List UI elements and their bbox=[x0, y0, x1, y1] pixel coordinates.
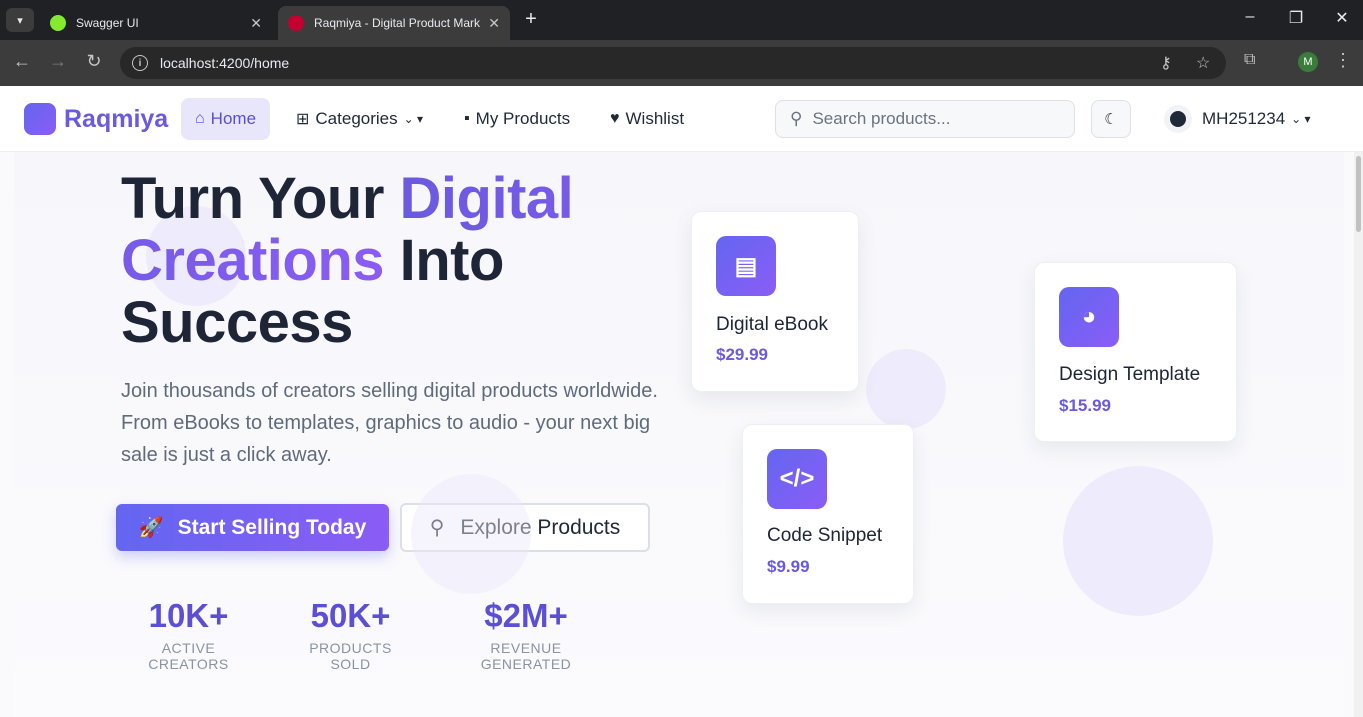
reload-icon[interactable]: ↻ bbox=[82, 51, 106, 72]
search-field[interactable]: ⚲ bbox=[775, 100, 1075, 138]
scrollbar-thumb[interactable] bbox=[1356, 156, 1361, 232]
hero-headline: Turn Your Digital Creations Into Success bbox=[121, 168, 681, 354]
headline-part: Turn Your bbox=[121, 166, 400, 231]
nav-label: My Products bbox=[475, 109, 571, 128]
nav-label: Categories bbox=[315, 109, 398, 128]
password-key-icon[interactable]: ⚷ bbox=[1160, 53, 1172, 73]
hero-subtext: Join thousands of creators selling digit… bbox=[121, 380, 658, 466]
code-icon: </> bbox=[767, 449, 827, 509]
extensions-icon[interactable]: ⧉ bbox=[1244, 51, 1255, 69]
browser-address-bar: ← → ↻ i localhost:4200/home ⚷ ☆ ⧉ bbox=[0, 40, 1363, 86]
window-close-icon[interactable]: ✕ bbox=[1332, 8, 1352, 28]
url-text: localhost:4200/home bbox=[160, 55, 290, 71]
card-price: $15.99 bbox=[1059, 396, 1111, 415]
palette-icon: ◕ bbox=[1059, 287, 1119, 347]
button-label: Start Selling Today bbox=[177, 515, 367, 539]
stat-label: ACTIVE CREATORS bbox=[148, 640, 229, 672]
decorative-circle bbox=[866, 349, 946, 429]
card-name: Code Snippet bbox=[767, 525, 883, 546]
restore-icon[interactable]: ❐ bbox=[1286, 8, 1306, 28]
house-icon: ⌂ bbox=[195, 110, 205, 127]
close-icon[interactable]: ✕ bbox=[488, 15, 500, 32]
brand-logo-icon bbox=[24, 103, 56, 135]
book-icon: ▤ bbox=[716, 236, 776, 296]
nav-my-products[interactable]: ▪ My Products bbox=[450, 98, 584, 140]
close-icon[interactable]: ✕ bbox=[250, 15, 262, 32]
stat-revenue-generated: $2M+ REVENUE GENERATED bbox=[446, 597, 606, 673]
stat-value: $2M+ bbox=[484, 597, 568, 634]
card-price: $29.99 bbox=[716, 345, 768, 364]
grid-icon: ⊞ bbox=[296, 111, 310, 128]
decorative-circle bbox=[1063, 466, 1213, 616]
tab-swagger[interactable]: Swagger UI ✕ bbox=[40, 6, 272, 40]
product-card-design-template: ◕ Design Template $15.99 bbox=[1034, 262, 1237, 442]
search-icon: ⚲ bbox=[790, 109, 803, 128]
tab-search-button[interactable]: ▾ bbox=[6, 8, 34, 32]
user-menu[interactable]: MH251234 ⌄ ▾ bbox=[1164, 100, 1311, 138]
nav-label: Wishlist bbox=[625, 109, 685, 128]
browser-menu-icon[interactable]: ⋮ bbox=[1334, 50, 1352, 71]
site-info-icon[interactable]: i bbox=[132, 55, 148, 71]
nav-categories[interactable]: ⊞ Categories ⌄ ▾ bbox=[282, 98, 437, 140]
back-icon[interactable]: ← bbox=[10, 51, 34, 72]
browser-profile-avatar[interactable]: M bbox=[1298, 52, 1318, 72]
username: MH251234 bbox=[1202, 109, 1286, 128]
card-name: Digital eBook bbox=[716, 314, 828, 335]
forward-icon[interactable]: → bbox=[46, 51, 70, 72]
new-tab-button[interactable]: + bbox=[520, 8, 542, 31]
url-field[interactable]: i localhost:4200/home ⚷ ☆ bbox=[120, 47, 1226, 79]
brand-name: Raqmiya bbox=[64, 104, 169, 133]
app-navbar: Raqmiya ⌂ Home ⊞ Categories ⌄ ▾ ▪ My Pro… bbox=[0, 86, 1363, 152]
product-card-code-snippet: </> Code Snippet $9.99 bbox=[742, 424, 914, 604]
minimize-icon[interactable]: – bbox=[1240, 8, 1260, 26]
search-input[interactable] bbox=[812, 109, 1053, 129]
brand[interactable]: Raqmiya bbox=[24, 103, 168, 135]
angular-favicon-icon bbox=[288, 15, 304, 31]
page-scrollbar[interactable] bbox=[1354, 152, 1363, 717]
user-avatar-icon bbox=[1164, 105, 1192, 133]
nav-home[interactable]: ⌂ Home bbox=[181, 98, 271, 140]
stat-label: PRODUCTS SOLD bbox=[309, 640, 392, 672]
tab-raqmiya[interactable]: Raqmiya - Digital Product Mark ✕ bbox=[278, 6, 510, 40]
rocket-icon: 🚀 bbox=[138, 517, 164, 539]
swagger-favicon-icon bbox=[50, 15, 66, 31]
browser-tab-bar: ▾ Swagger UI ✕ Raqmiya - Digital Product… bbox=[0, 0, 1363, 40]
product-card-ebook: ▤ Digital eBook $29.99 bbox=[691, 211, 859, 392]
tab-title: Swagger UI bbox=[76, 16, 139, 30]
bookmark-star-icon[interactable]: ☆ bbox=[1196, 53, 1210, 73]
stat-label: REVENUE GENERATED bbox=[480, 640, 572, 672]
decorative-circle bbox=[411, 474, 531, 594]
nav-wishlist[interactable]: ♥ Wishlist bbox=[596, 98, 698, 140]
stat-value: 50K+ bbox=[310, 597, 391, 634]
tab-title: Raqmiya - Digital Product Mark bbox=[314, 16, 481, 30]
theme-toggle-button[interactable]: ☾ bbox=[1091, 100, 1131, 138]
card-name: Design Template bbox=[1059, 364, 1201, 385]
card-price: $9.99 bbox=[767, 557, 810, 576]
chevron-down-icon: ⌄ ▾ bbox=[1291, 112, 1311, 126]
chevron-down-icon: ⌄ ▾ bbox=[403, 112, 424, 126]
box-icon: ▪ bbox=[464, 110, 470, 127]
moon-icon: ☾ bbox=[1104, 111, 1118, 128]
start-selling-button[interactable]: 🚀 Start Selling Today bbox=[116, 504, 389, 551]
nav-label: Home bbox=[210, 109, 257, 128]
heart-icon: ♥ bbox=[610, 110, 620, 127]
stat-products-sold: 50K+ PRODUCTS SOLD bbox=[288, 597, 413, 673]
stat-active-creators: 10K+ ACTIVE CREATORS bbox=[121, 597, 256, 673]
stat-value: 10K+ bbox=[148, 597, 229, 634]
